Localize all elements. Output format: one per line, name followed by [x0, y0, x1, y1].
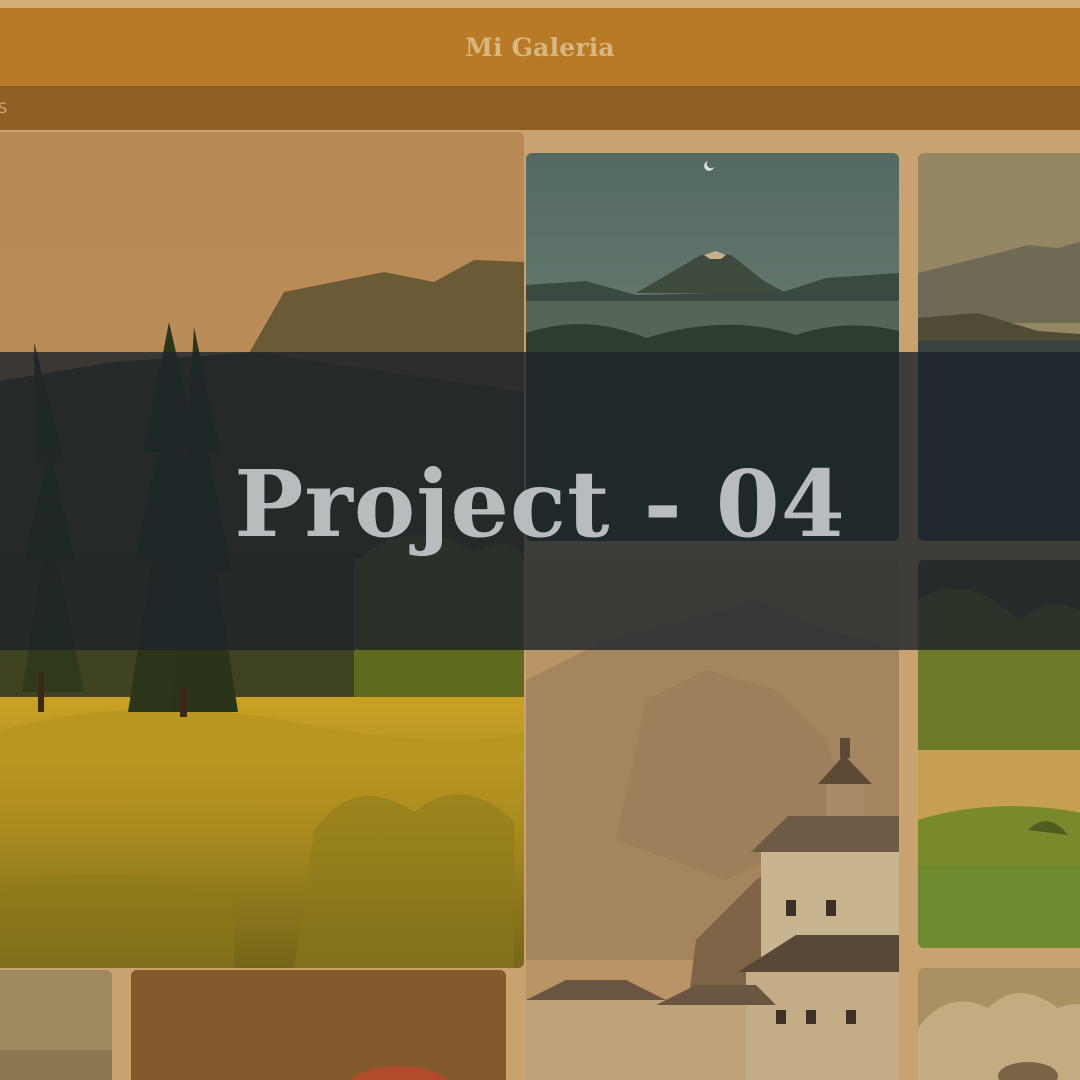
small-landscape-photo: [0, 970, 112, 1080]
page: Mi Galeria os: [0, 0, 1080, 1080]
gallery-tile-small[interactable]: [0, 970, 112, 1080]
gallery-tile-placeholder[interactable]: [131, 970, 506, 1080]
gallery-tile-clouds[interactable]: [918, 968, 1080, 1080]
cloudy-sky-photo: [918, 968, 1080, 1080]
project-title: Project - 04: [234, 450, 846, 558]
project-title-banner: Project - 04: [0, 352, 1080, 650]
brown-placeholder-tile: [131, 970, 506, 1080]
